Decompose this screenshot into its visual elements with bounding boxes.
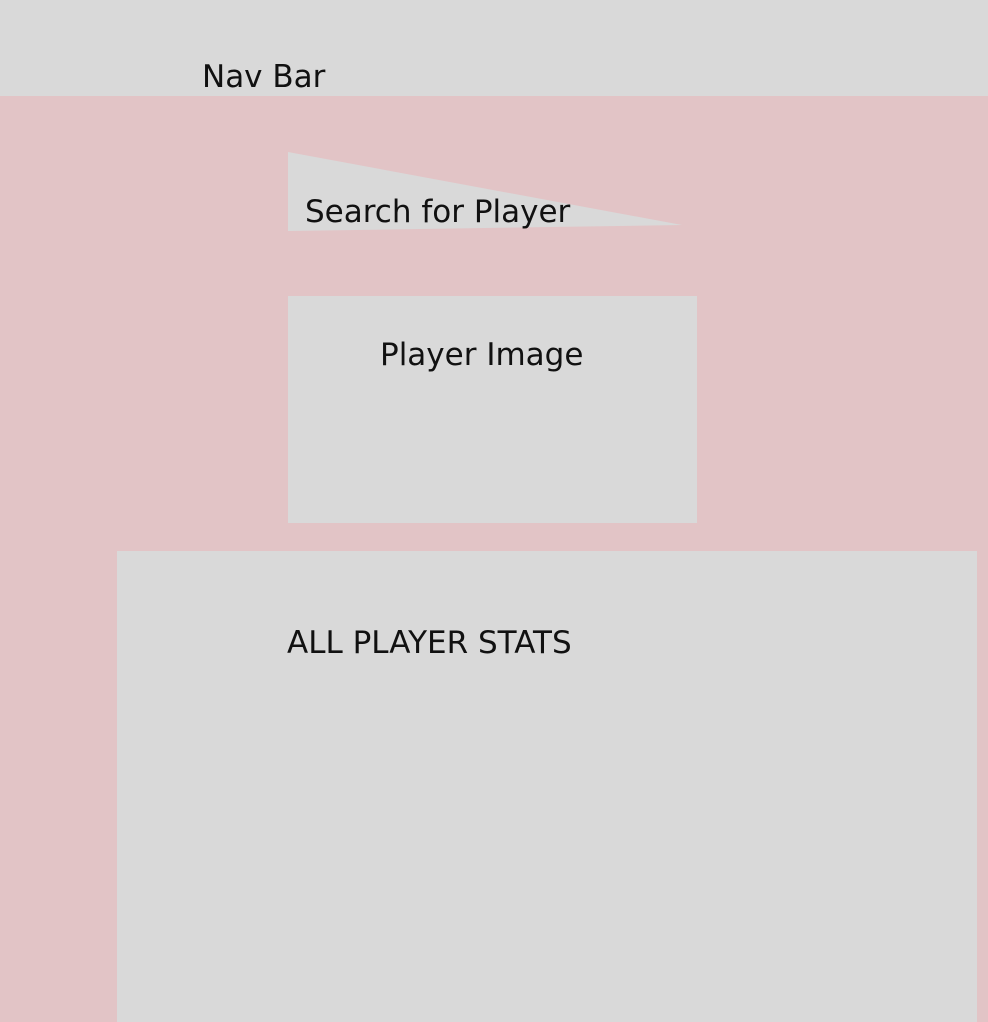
search-placeholder: Search for Player (305, 194, 571, 230)
nav-bar-label: Nav Bar (202, 59, 326, 95)
nav-bar[interactable]: Nav Bar (0, 0, 988, 96)
player-image-label: Player Image (380, 337, 584, 373)
player-stats-panel: ALL PLAYER STATS (117, 551, 977, 1022)
player-image-placeholder: Player Image (288, 296, 697, 523)
player-stats-label: ALL PLAYER STATS (287, 625, 572, 661)
search-bar[interactable]: Search for Player (288, 152, 682, 232)
